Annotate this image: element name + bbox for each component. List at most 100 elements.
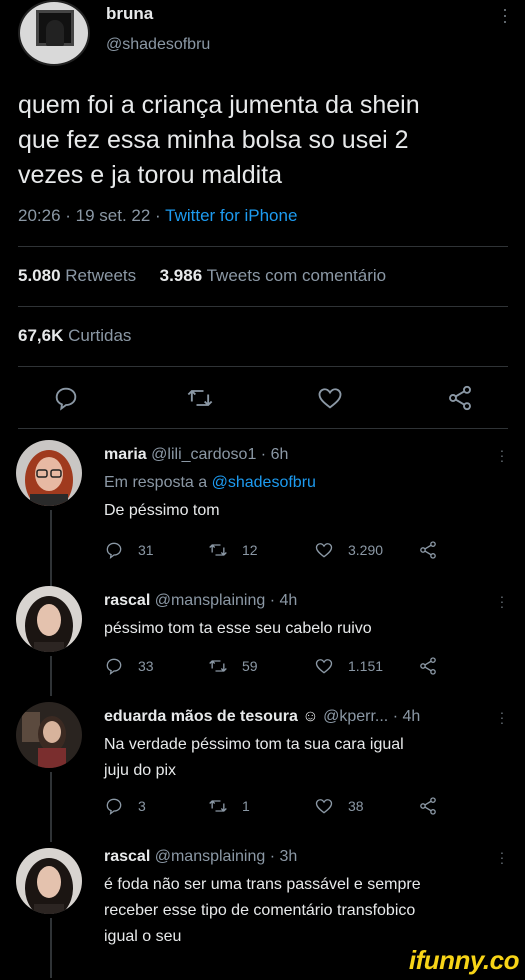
reply-author-name[interactable]: rascal <box>104 592 150 609</box>
reply-action-bar: 3 1 38 <box>104 796 444 818</box>
share-icon <box>420 541 436 559</box>
reply-icon <box>106 658 122 675</box>
share-button[interactable] <box>418 656 452 676</box>
reply-button[interactable]: 3 <box>104 796 146 816</box>
thread-line <box>50 918 52 978</box>
share-button[interactable] <box>418 796 452 816</box>
divider <box>18 428 508 429</box>
retweet-button[interactable]: 1 <box>208 796 250 816</box>
tweet-meta: 20:26 · 19 set. 22 · Twitter for iPhone <box>18 206 297 226</box>
more-options-icon[interactable]: · · · <box>499 589 505 613</box>
reply-count: 31 <box>138 542 154 558</box>
in-reply-to-handle[interactable]: @shadesofbru <box>212 474 316 491</box>
retweet-icon <box>209 660 227 672</box>
like-count: 38 <box>348 798 364 814</box>
reply-avatar[interactable] <box>16 440 82 506</box>
reply-text-line: é foda não ser uma trans passável e semp… <box>104 876 421 893</box>
reply-header: rascal @mansplaining · 4h <box>104 592 297 610</box>
more-options-icon[interactable]: · · · <box>499 705 505 729</box>
retweets-label[interactable]: Retweets <box>65 266 136 285</box>
reply-tweet[interactable]: maria @lili_cardoso1 · 6h · · · Em respost… <box>0 440 525 590</box>
reply-time[interactable]: · 3h <box>270 848 298 865</box>
share-icon <box>420 797 436 815</box>
reply-action-bar: 31 12 3.290 <box>104 540 444 562</box>
author-handle[interactable]: @shadesofbru <box>106 36 210 54</box>
retweet-icon <box>209 544 227 556</box>
reply-button[interactable]: 33 <box>104 656 154 676</box>
like-icon <box>315 799 333 814</box>
retweets-count[interactable]: 5.080 <box>18 266 61 285</box>
reply-author-handle[interactable]: @lili_cardoso1 <box>151 446 256 463</box>
retweet-icon <box>209 800 227 812</box>
reply-tweet[interactable]: rascal @mansplaining · 4h · · · péssimo to… <box>0 586 525 696</box>
reply-text: De péssimo tom <box>104 502 220 519</box>
likes-stat: 67,6K Curtidas <box>18 326 131 346</box>
tweet-text-line: vezes e ja torou maldita <box>18 161 283 189</box>
reply-icon <box>106 542 122 559</box>
divider <box>18 366 508 367</box>
reply-header: rascal @mansplaining · 3h <box>104 848 297 866</box>
share-button[interactable] <box>418 540 452 560</box>
reply-icon <box>106 798 122 815</box>
reply-author-name[interactable]: eduarda mãos de tesoura ☺ <box>104 708 319 725</box>
like-button[interactable]: 1.151 <box>314 656 383 676</box>
reply-time[interactable]: · 4h <box>270 592 298 609</box>
tweet-author: bruna @shadesofbru · · · <box>18 0 508 72</box>
retweet-button[interactable]: 12 <box>208 540 258 560</box>
tweet-text-line: que fez essa minha bolsa so usei 2 <box>18 126 409 154</box>
reply-avatar[interactable] <box>16 702 82 768</box>
tweet-text-line: quem foi a criança jumenta da shein <box>18 91 420 119</box>
reply-text: péssimo tom ta esse seu cabelo ruivo <box>104 620 372 637</box>
reply-tweet[interactable]: rascal @mansplaining · 3h · · · é foda não… <box>0 842 525 978</box>
reply-tweet[interactable]: eduarda mãos de tesoura ☺ @kperr... · 4h… <box>0 702 525 842</box>
like-icon <box>315 659 333 674</box>
tweet-action-bar <box>0 384 525 414</box>
like-button[interactable]: 3.290 <box>314 540 383 560</box>
divider <box>18 306 508 307</box>
quotes-label[interactable]: Tweets com comentário <box>207 266 387 285</box>
likes-label[interactable]: Curtidas <box>68 326 131 345</box>
reply-count: 33 <box>138 658 154 674</box>
retweet-count: 1 <box>242 798 250 814</box>
reply-avatar[interactable] <box>16 848 82 914</box>
reply-icon[interactable] <box>52 384 80 412</box>
like-icon[interactable] <box>316 384 344 412</box>
likes-count[interactable]: 67,6K <box>18 326 63 345</box>
thread-line <box>50 656 52 696</box>
in-reply-to: Em resposta a @shadesofbru <box>104 470 504 496</box>
author-name[interactable]: bruna <box>106 4 153 24</box>
reply-author-handle[interactable]: @mansplaining <box>155 848 266 865</box>
author-avatar[interactable] <box>18 0 90 66</box>
divider <box>18 246 508 247</box>
tweet-source-link[interactable]: Twitter for iPhone <box>165 206 297 225</box>
more-options-icon[interactable]: · · · <box>499 845 505 869</box>
more-options-icon[interactable]: · · · <box>502 0 508 30</box>
reply-author-handle[interactable]: @kperr... <box>323 708 388 725</box>
quotes-count[interactable]: 3.986 <box>160 266 203 285</box>
avatar-figure <box>46 20 64 46</box>
retweet-count: 59 <box>242 658 258 674</box>
in-reply-to-prefix: Em resposta a <box>104 474 212 491</box>
reply-button[interactable]: 31 <box>104 540 154 560</box>
reply-author-name[interactable]: rascal <box>104 848 150 865</box>
share-icon[interactable] <box>446 384 474 412</box>
engagement-stats: 5.080 Retweets 3.986 Tweets com comentár… <box>18 266 386 286</box>
like-count: 1.151 <box>348 658 384 674</box>
reply-time[interactable]: · 4h <box>393 708 421 725</box>
reply-avatar[interactable] <box>16 586 82 652</box>
reply-text-line: receber esse tipo de comentário transfob… <box>104 902 416 919</box>
more-options-icon[interactable]: · · · <box>499 443 505 467</box>
ifunny-watermark: ifunny.co <box>408 945 520 975</box>
reply-header: eduarda mãos de tesoura ☺ @kperr... · 4h <box>104 708 420 726</box>
reply-time[interactable]: · 6h <box>261 446 289 463</box>
reply-author-handle[interactable]: @mansplaining <box>155 592 266 609</box>
reply-author-name[interactable]: maria <box>104 446 147 463</box>
thread-line <box>50 772 52 842</box>
tweet-text: quem foi a criança jumenta da shein que … <box>18 88 508 193</box>
retweet-button[interactable]: 59 <box>208 656 258 676</box>
share-icon <box>420 657 436 675</box>
retweet-count: 12 <box>242 542 258 558</box>
tweet-timestamp[interactable]: 20:26 · 19 set. 22 · <box>18 206 165 225</box>
like-button[interactable]: 38 <box>314 796 364 816</box>
retweet-icon[interactable] <box>186 384 214 412</box>
